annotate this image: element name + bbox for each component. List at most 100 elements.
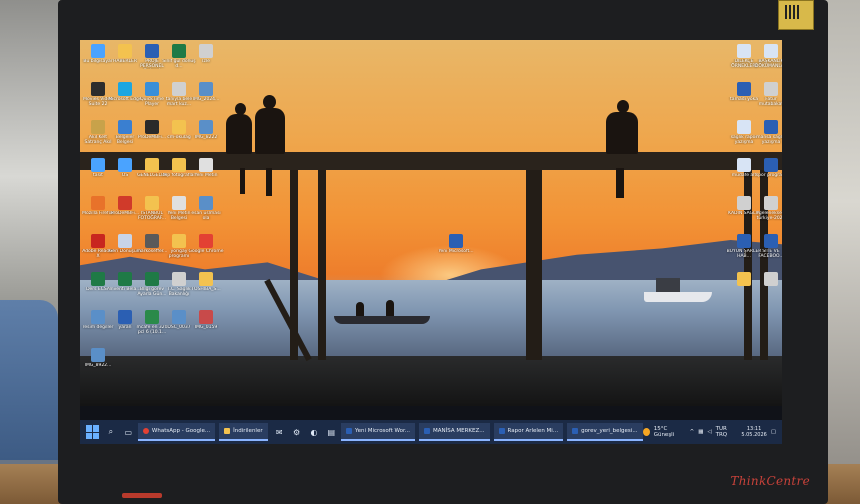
- computer-icon: [91, 44, 105, 58]
- weather-text[interactable]: 15°C Güneşli: [654, 426, 686, 438]
- taskbar-app-whatsapp[interactable]: WhatsApp - Google...: [137, 423, 216, 441]
- pdf-icon: [91, 234, 105, 248]
- desktop-icon-label: SİTE VE FACEBOO...: [758, 249, 782, 259]
- file-icon: [91, 158, 105, 172]
- desktop-icon[interactable]: IMG_8222: [188, 120, 224, 145]
- clock[interactable]: 13:11 5.05.2026: [741, 426, 766, 438]
- file-icon: [172, 272, 186, 286]
- wallpaper-person-legs: [240, 168, 245, 194]
- wallpaper-kayaker: [386, 300, 394, 316]
- desktop-icon-label: [753, 287, 782, 297]
- quicktime-icon: [145, 82, 159, 96]
- desktop-icon[interactable]: Fatur mutabakat: [753, 82, 782, 107]
- desktop-icon[interactable]: [753, 272, 782, 297]
- desktop-icon[interactable]: spor program: [753, 158, 782, 183]
- settings-icon[interactable]: ⚙: [291, 426, 302, 438]
- taskbar-app-word-4[interactable]: gorev_yeri_belgesi...: [567, 423, 643, 441]
- chrome-icon: [142, 428, 149, 434]
- language-indicator[interactable]: TUR TRQ: [716, 426, 738, 438]
- file-icon: [764, 272, 778, 286]
- desktop-icon[interactable]: esan üslmasi ola: [188, 196, 224, 221]
- desktop-icon-label: IMG_8922...: [84, 363, 112, 368]
- wallpaper-person-silhouette: [606, 112, 638, 154]
- word-doc-icon: [449, 234, 463, 248]
- file-icon: [764, 82, 778, 96]
- taskbar-app-label: WhatsApp - Google...: [151, 428, 211, 434]
- taskbar-app-label: İndirilenler: [233, 428, 263, 434]
- desktop-icon[interactable]: BAŞKANLIK DÖKÜMANLAR: [753, 44, 782, 69]
- desktop-icon[interactable]: SİTE VE FACEBOO...: [753, 234, 782, 259]
- desktop-icon-label: mansa sağlık yazışma: [756, 135, 782, 145]
- file-icon: [172, 82, 186, 96]
- chevron-up-icon[interactable]: ^: [690, 429, 695, 435]
- word-doc-icon: [737, 44, 751, 58]
- wallpaper-pier-post: [318, 170, 326, 360]
- desktop-screen: Bu bilgisayarHABERLERPROJE PERSONEL Belg…: [80, 40, 782, 444]
- image-icon: [199, 310, 213, 324]
- wallpaper-person-head: [263, 95, 276, 109]
- word-icon: [572, 428, 579, 434]
- word-icon: [498, 428, 505, 434]
- app-icon: [145, 120, 159, 134]
- recycle-bin-icon: [118, 234, 132, 248]
- monitor-led-strip: [122, 493, 162, 498]
- word-doc-icon: [764, 120, 778, 134]
- game-icon: [91, 120, 105, 134]
- folder-icon: [172, 234, 186, 248]
- text-doc-icon: [199, 158, 213, 172]
- file-icon: [199, 44, 213, 58]
- folder-icon: [145, 196, 159, 210]
- word-doc-icon: [764, 44, 778, 58]
- desktop-icon-label: TOSHIBA_S...: [191, 287, 221, 292]
- desktop-icon[interactable]: geleneksel türkiye-2026: [753, 196, 782, 221]
- taskbar-app-word-1[interactable]: Yeni Microsoft Wor...: [340, 423, 416, 441]
- taskbar-app-label: MANİSA MERKEZ...: [433, 428, 485, 434]
- taskbar-app-word-3[interactable]: Rapor Arlelen Mi...: [493, 423, 564, 441]
- desktop-icon[interactable]: TOSHIBA_S...: [188, 272, 224, 297]
- wallpaper-kayaker: [356, 302, 364, 316]
- volume-icon[interactable]: ◁: [707, 429, 711, 435]
- image-icon: [199, 120, 213, 134]
- image-icon: [91, 348, 105, 362]
- word-doc-icon: [737, 120, 751, 134]
- desktop-icon[interactable]: IMG_0159: [188, 310, 224, 335]
- desktop-icon[interactable]: Yeni Metin: [188, 158, 224, 183]
- desktop-icon[interactable]: IMG_2024...: [188, 82, 224, 107]
- search-icon[interactable]: ⌕: [105, 426, 116, 438]
- chrome-icon: [199, 234, 213, 248]
- notification-icon[interactable]: ▢: [771, 429, 776, 435]
- taskbar: ⌕ ▭ WhatsApp - Google... İndirilenler ✉ …: [80, 420, 782, 444]
- desktop-icon[interactable]: Google Chrome: [188, 234, 224, 259]
- word-doc-icon: [764, 234, 778, 248]
- start-button[interactable]: [86, 425, 99, 439]
- desktop-icon-label: İzle: [202, 59, 210, 64]
- wallpaper-motorboat-cabin: [656, 278, 680, 292]
- desktop-icon-label: IMG_0159: [194, 325, 218, 330]
- task-view-icon[interactable]: ▭: [123, 426, 134, 438]
- file-explorer-icon[interactable]: ▤: [326, 426, 337, 438]
- folder-icon: [224, 428, 231, 434]
- mail-icon[interactable]: ✉: [274, 426, 285, 438]
- word-doc-icon: [737, 82, 751, 96]
- desktop-icon[interactable]: IMG_8922...: [80, 348, 116, 373]
- desktop-icon[interactable]: mansa sağlık yazışma: [753, 120, 782, 145]
- taskbar-app-label: Rapor Arlelen Mi...: [507, 428, 559, 434]
- desktop-icon-label: Google Chrome: [188, 249, 224, 254]
- taskbar-app-downloads[interactable]: İndirilenler: [219, 423, 268, 441]
- word-doc-icon: [764, 158, 778, 172]
- video-app-icon: [91, 82, 105, 96]
- desktop-icon[interactable]: İzle: [188, 44, 224, 69]
- edge-icon[interactable]: ◐: [308, 426, 319, 438]
- wallpaper-person-legs: [616, 168, 624, 198]
- wallpaper-person-silhouette: [255, 108, 285, 154]
- folder-icon: [172, 120, 186, 134]
- network-icon[interactable]: ▦: [698, 429, 703, 435]
- folder-icon: [145, 158, 159, 172]
- sun-icon: [642, 428, 650, 436]
- wallpaper-person-legs: [266, 168, 272, 196]
- background-chair: [0, 300, 58, 460]
- taskbar-app-word-2[interactable]: MANİSA MERKEZ...: [419, 423, 490, 441]
- desktop-icon-center[interactable]: Yeni Microsoft...: [438, 234, 474, 259]
- image-icon: [91, 310, 105, 324]
- app-icon: [118, 196, 132, 210]
